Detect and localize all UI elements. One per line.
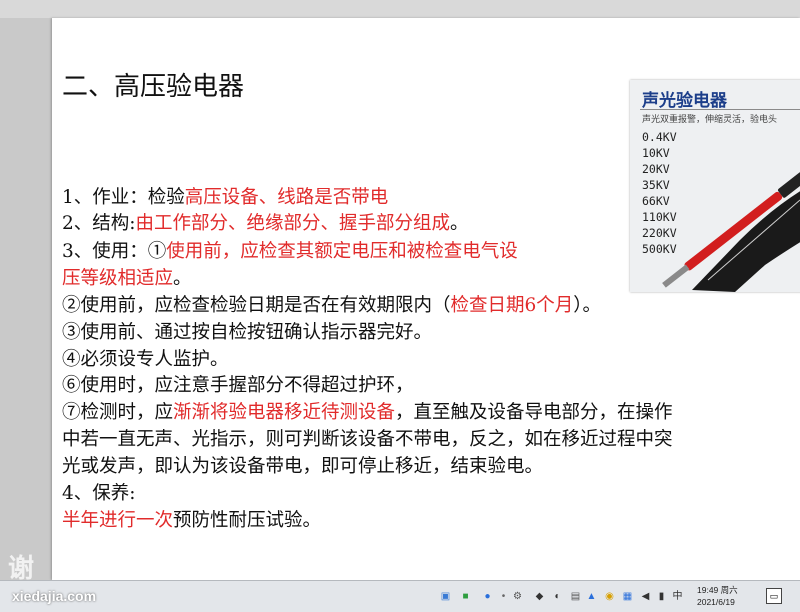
line-grip: ⑥使用时，应注意手握部分不得超过护环， [62, 375, 414, 396]
input-method-icon[interactable]: 中 [672, 591, 683, 602]
voltage-label: 0.4KV [642, 130, 677, 144]
line-supervision: ④必须设专人监护。 [62, 349, 229, 370]
shield-icon[interactable]: ◆ [534, 591, 545, 602]
notification-icon[interactable]: ▭ [766, 588, 782, 604]
voltage-label: 35KV [642, 178, 670, 192]
browser-icon[interactable]: ● [482, 591, 493, 602]
voltage-label: 10KV [642, 146, 670, 160]
line-structure: 2、结构:由工作部分、绝缘部分、握手部分组成。 [62, 213, 469, 234]
line-detect: ⑦检测时，应渐渐将验电器移近待测设备，直至触及设备导电部分，在操作 [62, 402, 673, 423]
app-icon[interactable]: ■ [460, 591, 471, 602]
network-icon[interactable]: ▣ [440, 591, 451, 602]
watermark-site: xiedajia.com [12, 588, 97, 604]
line-self-test: ③使用前、通过按自检按钮确认指示器完好。 [62, 322, 433, 343]
window-top-strip [0, 0, 800, 18]
settings-icon[interactable]: ⚙ [512, 591, 523, 602]
voltage-label: 220KV [642, 226, 677, 240]
wifi-icon[interactable]: ▦ [622, 591, 633, 602]
speaker-icon[interactable]: ◀ [640, 591, 651, 602]
dot-icon[interactable]: • [498, 591, 509, 602]
voltage-label: 66KV [642, 194, 670, 208]
line-usage-cont: 压等级相适应。 [62, 268, 192, 289]
warning-icon[interactable]: ◉ [604, 591, 615, 602]
line-check-date: ②使用前，应检查检验日期是否在有效期限内（检查日期6个月）。 [62, 295, 602, 316]
presentation-slide: 二、高压验电器 1、作业：检验高压设备、线路是否带电 2、结构:由工作部分、绝缘… [52, 18, 800, 580]
battery-icon[interactable]: ▮ [656, 591, 667, 602]
voltage-label: 20KV [642, 162, 670, 176]
line-usage: 3、使用：①使用前，应检查其额定电压和被检查电气设 [62, 241, 518, 262]
watermark: 谢 [8, 553, 35, 583]
line-detect-cont1: 中若一直无声、光指示，则可判断该设备不带电，反之，如在移近过程中突 [62, 429, 673, 450]
voltage-label: 110KV [642, 210, 677, 224]
product-title: 声光验电器 [642, 91, 727, 111]
line-purpose: 1、作业：检验高压设备、线路是否带电 [62, 187, 389, 208]
voltage-label: 500KV [642, 242, 677, 256]
product-divider [640, 109, 800, 110]
product-image: 声光验电器 声光双重报警，伸缩灵活，验电头 0.4KV 10KV 20KV 35… [630, 80, 800, 292]
taskbar: ▣ ■ ● • ⚙ ◆ ◐ ▤ ▲ ◉ ▦ ◀ ▮ 中 19:49 周六 202… [0, 580, 800, 612]
product-subtitle: 声光双重报警，伸缩灵活，验电头 [642, 115, 778, 125]
clock-date[interactable]: 2021/6/19 [697, 597, 735, 607]
slide-title: 二、高压验电器 [62, 72, 245, 102]
bluetooth-icon[interactable]: ▲ [586, 591, 597, 602]
clock-time[interactable]: 19:49 周六 [697, 584, 738, 596]
line-maintenance: 4、保养: [62, 483, 136, 504]
folder-icon[interactable]: ▤ [570, 591, 581, 602]
line-maintenance-detail: 半年进行一次预防性耐压试验。 [62, 510, 322, 531]
line-detect-cont2: 光或发声，即认为该设备带电，即可停止移近，结束验电。 [62, 456, 544, 477]
volume-icon[interactable]: ◐ [552, 591, 563, 602]
